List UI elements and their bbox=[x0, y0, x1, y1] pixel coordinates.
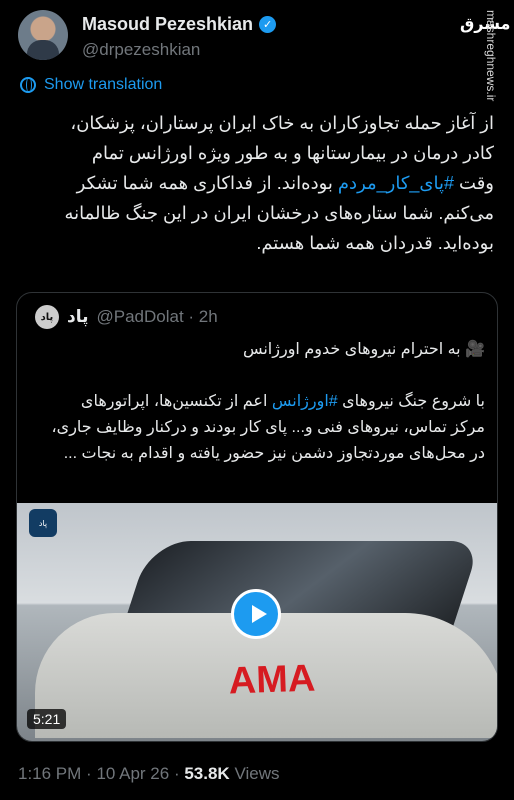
meta-separator-2: · bbox=[173, 764, 185, 783]
show-translation-label[interactable]: Show translation bbox=[44, 76, 162, 94]
verified-badge-icon: ✓ bbox=[259, 16, 277, 33]
avatar[interactable] bbox=[18, 10, 68, 60]
views-label: Views bbox=[234, 764, 280, 783]
quoted-body-line-2: مرکز تماس، نیروهای فنی و... پای کار بودن… bbox=[51, 419, 485, 436]
tweet-text: از آغاز حمله تجاوزکاران به خاک ایران پرس… bbox=[16, 108, 495, 258]
author-handle[interactable]: @drpezeshkian bbox=[82, 40, 200, 60]
quoted-tweet[interactable]: پاد پاد @PadDolat · 2h 🎥 به احترام نیروه… bbox=[16, 292, 498, 742]
video-thumbnail[interactable]: پاد AMA 5:21 bbox=[17, 503, 497, 741]
tweet-line-1: از آغاز حمله تجاوزکاران به خاک ایران پرس… bbox=[70, 113, 494, 133]
tweet-time[interactable]: 1:16 PM bbox=[18, 764, 81, 783]
quoted-avatar[interactable]: پاد bbox=[35, 305, 59, 329]
author-name[interactable]: Masoud Pezeshkian bbox=[82, 14, 253, 35]
media-badge: پاد bbox=[29, 509, 57, 537]
quoted-title: 🎥 به احترام نیروهای خدوم اورژانس bbox=[242, 341, 485, 358]
tweet-line-2: کادر درمان در بیمارستانها و به طور ویژه … bbox=[91, 143, 494, 163]
tweet-line-4: می‌کنم. شما ستاره‌های درخشان ایران در ای… bbox=[64, 203, 495, 223]
tweet-line-3-suffix: بوده‌اند. از فداکاری همه شما تشکر bbox=[76, 173, 338, 193]
hashtag-link[interactable]: #پای_کار_مردم bbox=[338, 173, 454, 193]
tweet-meta: 1:16 PM · 10 Apr 26 · 53.8K Views bbox=[18, 764, 280, 784]
quoted-body-line-3: در محل‌های موردتجاوز دشمن نیز حضور یافته… bbox=[63, 445, 485, 462]
tweet-line-5: بوده‌اید. قدردان همه شما هستم. bbox=[256, 233, 494, 253]
quoted-author-handle[interactable]: @PadDolat · 2h bbox=[97, 307, 218, 327]
quoted-body-line-1-start: با شروع جنگ نیروهای bbox=[337, 393, 485, 410]
watermark-url: mashreghnews.ir bbox=[484, 10, 498, 102]
tweet-line-3: وقت #پای_کار_مردم بوده‌اند. از فداکاری ه… bbox=[16, 168, 494, 198]
quoted-hashtag[interactable]: #اورژانس bbox=[272, 393, 338, 410]
show-translation-link[interactable]: Show translation bbox=[20, 76, 162, 94]
globe-icon bbox=[20, 77, 36, 93]
quoted-author-name[interactable]: پاد bbox=[67, 307, 89, 327]
tweet-header: Masoud Pezeshkian ✓ @drpezeshkian مشرق m… bbox=[18, 10, 510, 101]
tweet-line-3-prefix: وقت bbox=[454, 173, 494, 193]
quoted-body-line-1: با شروع جنگ نیروهای #اورژانس اعم از تکنس… bbox=[31, 389, 485, 415]
quoted-spacer bbox=[31, 363, 485, 389]
author-name-row: Masoud Pezeshkian ✓ bbox=[82, 14, 277, 35]
views-count: 53.8K bbox=[184, 764, 230, 783]
ambulance-label: AMA bbox=[228, 657, 316, 703]
play-icon[interactable] bbox=[231, 589, 281, 639]
quoted-tweet-header: پاد پاد @PadDolat · 2h bbox=[35, 305, 218, 329]
quoted-body-line-1-end: اعم از تکنسین‌ها، اپراتورهای bbox=[80, 393, 272, 410]
meta-separator: · bbox=[86, 764, 97, 783]
video-duration: 5:21 bbox=[27, 709, 67, 729]
quoted-tweet-text: 🎥 به احترام نیروهای خدوم اورژانس با شروع… bbox=[31, 337, 485, 467]
tweet-date[interactable]: 10 Apr 26 bbox=[96, 764, 169, 783]
